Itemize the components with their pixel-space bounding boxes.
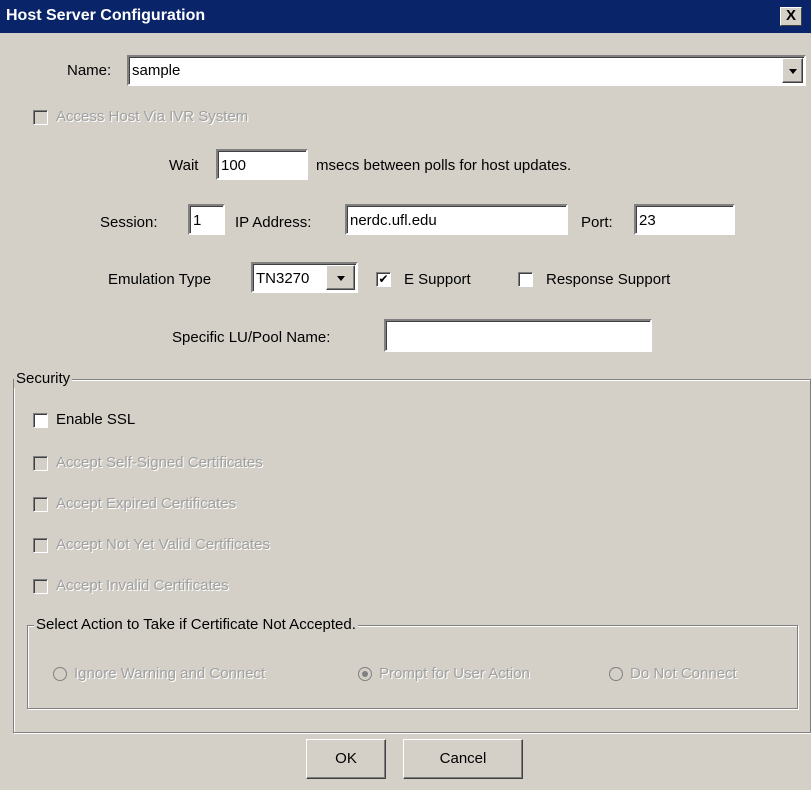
lu-pool-input[interactable] — [384, 319, 652, 352]
enable-ssl-label: Enable SSL — [56, 411, 136, 428]
wait-input[interactable]: 100 — [216, 149, 308, 180]
port-input[interactable]: 23 — [634, 204, 735, 235]
do-not-connect-label: Do Not Connect — [630, 665, 737, 682]
e-support-label: E Support — [404, 271, 471, 288]
emulation-dropdown-button[interactable] — [326, 265, 355, 290]
cancel-button[interactable]: Cancel — [403, 739, 523, 779]
invalid-checkbox[interactable] — [33, 579, 48, 594]
emulation-type-label: Emulation Type — [108, 271, 212, 288]
ivr-label: Access Host Via IVR System — [56, 108, 249, 125]
do-not-connect-radio[interactable] — [609, 667, 623, 681]
self-signed-checkbox[interactable] — [33, 456, 48, 471]
name-input[interactable]: sample — [127, 55, 806, 86]
not-yet-valid-checkbox[interactable] — [33, 538, 48, 553]
prompt-user-radio[interactable] — [358, 667, 372, 681]
port-label: Port: — [581, 214, 613, 231]
not-yet-valid-label: Accept Not Yet Valid Certificates — [56, 536, 270, 553]
security-group-title: Security — [14, 370, 73, 388]
title-bar: Host Server Configuration X — [0, 0, 811, 33]
checkmark-icon: ✔ — [378, 272, 389, 286]
close-button[interactable]: X — [780, 7, 802, 26]
ivr-checkbox[interactable] — [33, 110, 48, 125]
certificate-action-title: Select Action to Take if Certificate Not… — [34, 616, 358, 634]
ignore-warning-label: Ignore Warning and Connect — [74, 665, 266, 682]
name-dropdown-button[interactable] — [782, 58, 803, 83]
radio-selected-dot — [362, 671, 368, 677]
ok-button[interactable]: OK — [306, 739, 386, 779]
self-signed-label: Accept Self-Signed Certificates — [56, 454, 263, 471]
wait-label: Wait — [169, 157, 199, 174]
emulation-type-select[interactable]: TN3270 — [251, 262, 358, 293]
session-label: Session: — [100, 214, 158, 231]
name-label: Name: — [67, 62, 112, 79]
ip-address-label: IP Address: — [235, 214, 312, 231]
enable-ssl-checkbox[interactable] — [33, 413, 48, 428]
prompt-user-label: Prompt for User Action — [379, 665, 530, 682]
wait-suffix: msecs between polls for host updates. — [316, 157, 572, 174]
invalid-label: Accept Invalid Certificates — [56, 577, 229, 594]
window-title: Host Server Configuration — [6, 7, 206, 24]
e-support-checkbox[interactable]: ✔ — [376, 272, 391, 287]
close-icon: X — [785, 7, 796, 24]
expired-checkbox[interactable] — [33, 497, 48, 512]
ip-address-input[interactable]: nerdc.ufl.edu — [345, 204, 568, 235]
response-support-label: Response Support — [546, 271, 671, 288]
expired-label: Accept Expired Certificates — [56, 495, 237, 512]
name-combobox[interactable]: sample — [127, 55, 806, 86]
session-input[interactable]: 1 — [188, 204, 225, 235]
response-support-checkbox[interactable] — [518, 272, 533, 287]
ignore-warning-radio[interactable] — [53, 667, 67, 681]
lu-pool-label: Specific LU/Pool Name: — [172, 329, 331, 346]
